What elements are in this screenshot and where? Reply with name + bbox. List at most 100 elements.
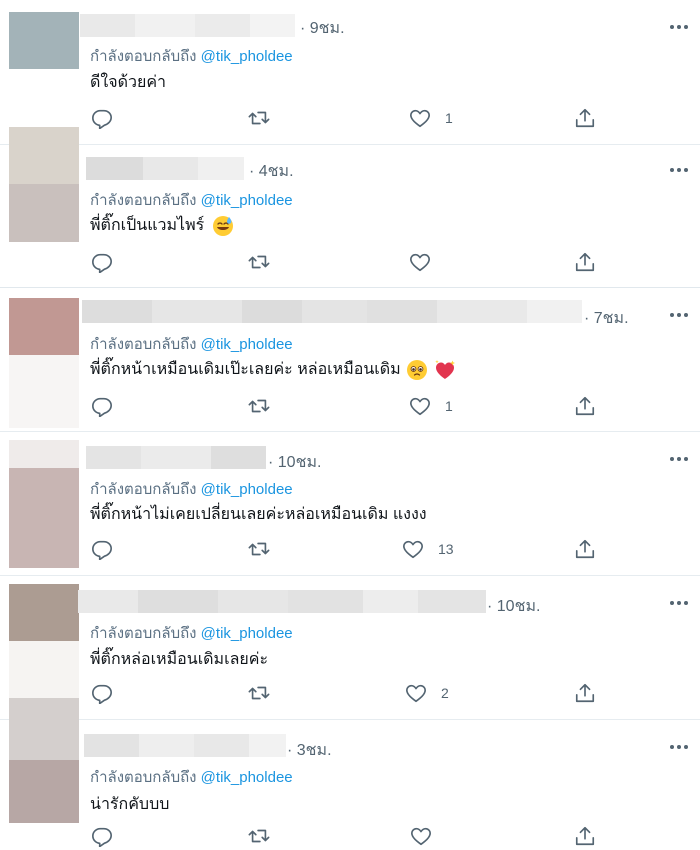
tweet-text: พี่ติ๊กหน้าเหมือนเดิมเป๊ะเลยค่ะ หล่อเหมื… <box>90 357 457 382</box>
retweet-button[interactable] <box>247 250 271 274</box>
share-button[interactable] <box>574 824 596 848</box>
heart-icon <box>410 253 430 272</box>
replying-prefix: กำลังตอบกลับถึง <box>90 48 197 65</box>
replying-prefix: กำลังตอบกลับถึง <box>90 625 197 642</box>
reply-tweet[interactable]: · 9ชม. กำลังตอบกลับถึง @tik_pholdee ดีใจ… <box>0 0 700 145</box>
blurred-display-name[interactable] <box>80 14 295 37</box>
tweet-timestamp[interactable]: · 10ชม. <box>268 450 321 475</box>
retweet-button[interactable] <box>247 394 271 418</box>
mention-handle[interactable]: @tik_pholdee <box>201 625 293 642</box>
mention-handle[interactable]: @tik_pholdee <box>201 192 293 209</box>
reply-button[interactable] <box>91 106 113 130</box>
more-icon[interactable] <box>668 596 690 610</box>
like-count: 1 <box>445 110 453 126</box>
share-icon <box>575 539 595 559</box>
tweet-text: พี่ติ๊กหล่อเหมือนเดิมเลยค่ะ <box>90 651 269 668</box>
like-button[interactable]: 2 <box>405 681 449 705</box>
blurred-display-name[interactable] <box>84 734 286 757</box>
reply-tweet[interactable]: · 4ชม. กำลังตอบกลับถึง @tik_pholdee พี่ต… <box>0 127 700 288</box>
heart-icon <box>410 109 430 128</box>
timestamp-text: 4ชม. <box>258 163 294 180</box>
timestamp-text: 7ชม. <box>593 310 629 327</box>
replying-to: กำลังตอบกลับถึง @tik_pholdee <box>90 765 293 789</box>
share-button[interactable] <box>574 394 596 418</box>
like-button[interactable]: 13 <box>402 537 454 561</box>
mention-handle[interactable]: @tik_pholdee <box>201 769 293 786</box>
blurred-display-name[interactable] <box>86 446 266 469</box>
heart-icon <box>410 397 430 416</box>
sparkling-heart-emoji <box>434 359 455 379</box>
reply-button[interactable] <box>91 537 113 561</box>
tweet-actions <box>0 824 700 848</box>
tweet-timestamp[interactable]: · 4ชม. <box>249 159 294 184</box>
share-button[interactable] <box>574 537 596 561</box>
blurred-display-name[interactable] <box>86 157 244 180</box>
mention-handle[interactable]: @tik_pholdee <box>201 481 293 498</box>
retweet-icon <box>248 686 270 700</box>
share-icon <box>575 826 595 846</box>
share-icon <box>575 108 595 128</box>
like-button[interactable] <box>410 824 446 848</box>
tweet-timestamp[interactable]: · 7ชม. <box>584 306 629 331</box>
heart-icon <box>403 540 423 559</box>
sweat-smile-emoji <box>212 215 233 236</box>
timestamp-text: 3ชม. <box>296 742 332 759</box>
like-count: 1 <box>445 398 453 414</box>
more-icon[interactable] <box>668 308 690 322</box>
reply-tweet[interactable]: · 7ชม. กำลังตอบกลับถึง @tik_pholdee พี่ต… <box>0 288 700 432</box>
avatar[interactable] <box>9 12 79 69</box>
reply-tweet[interactable]: · 10ชม. กำลังตอบกลับถึง @tik_pholdee พี่… <box>0 432 700 576</box>
reply-icon <box>92 540 112 560</box>
replying-prefix: กำลังตอบกลับถึง <box>90 769 197 786</box>
pleading-face-emoji <box>407 359 428 380</box>
like-count: 13 <box>438 541 454 557</box>
reply-button[interactable] <box>91 250 113 274</box>
reply-button[interactable] <box>91 681 113 705</box>
more-icon[interactable] <box>668 740 690 754</box>
timestamp-text: 9ชม. <box>309 20 345 37</box>
retweet-button[interactable] <box>247 106 271 130</box>
retweet-icon <box>248 255 270 269</box>
like-button[interactable] <box>409 250 445 274</box>
more-icon[interactable] <box>668 20 690 34</box>
like-button[interactable]: 1 <box>409 394 453 418</box>
more-icon[interactable] <box>668 452 690 466</box>
share-button[interactable] <box>574 681 596 705</box>
tweet-actions <box>0 250 700 274</box>
retweet-icon <box>248 111 270 125</box>
share-button[interactable] <box>574 250 596 274</box>
share-button[interactable] <box>574 106 596 130</box>
reply-icon <box>92 109 112 129</box>
retweet-icon <box>248 829 270 843</box>
avatar[interactable] <box>9 698 79 823</box>
mention-handle[interactable]: @tik_pholdee <box>201 48 293 65</box>
tweet-timestamp[interactable]: · 3ชม. <box>287 738 332 763</box>
reply-button[interactable] <box>91 824 113 848</box>
reply-button[interactable] <box>91 394 113 418</box>
share-icon <box>575 252 595 272</box>
replying-to: กำลังตอบกลับถึง @tik_pholdee <box>90 188 293 212</box>
tweet-text: พี่ติ๊กหน้าไม่เคยเปลี่ยนเลยค่ะหล่อเหมือน… <box>90 506 427 523</box>
retweet-button[interactable] <box>247 824 271 848</box>
heart-icon <box>406 684 426 703</box>
more-icon[interactable] <box>668 163 690 177</box>
retweet-button[interactable] <box>247 537 271 561</box>
tweet-timestamp[interactable]: · 10ชม. <box>487 594 540 619</box>
timestamp-text: 10ชม. <box>496 598 541 615</box>
replying-to: กำลังตอบกลับถึง @tik_pholdee <box>90 44 293 68</box>
retweet-button[interactable] <box>247 681 271 705</box>
mention-handle[interactable]: @tik_pholdee <box>201 336 293 353</box>
reply-tweet[interactable]: · 10ชม. กำลังตอบกลับถึง @tik_pholdee พี่… <box>0 576 700 720</box>
avatar[interactable] <box>9 127 79 242</box>
replying-to: กำลังตอบกลับถึง @tik_pholdee <box>90 621 293 645</box>
replying-prefix: กำลังตอบกลับถึง <box>90 336 197 353</box>
blurred-display-name[interactable] <box>82 300 582 323</box>
tweet-actions: 1 <box>0 106 700 130</box>
reply-icon <box>92 253 112 273</box>
like-count: 2 <box>441 685 449 701</box>
reply-tweet[interactable]: · 3ชม. กำลังตอบกลับถึง @tik_pholdee น่าร… <box>0 698 700 850</box>
tweet-timestamp[interactable]: · 9ชม. <box>300 16 345 41</box>
like-button[interactable]: 1 <box>409 106 453 130</box>
blurred-display-name[interactable] <box>78 590 486 613</box>
tweet-text-body: พี่ติ๊กหน้าเหมือนเดิมเป๊ะเลยค่ะ หล่อเหมื… <box>90 361 401 378</box>
